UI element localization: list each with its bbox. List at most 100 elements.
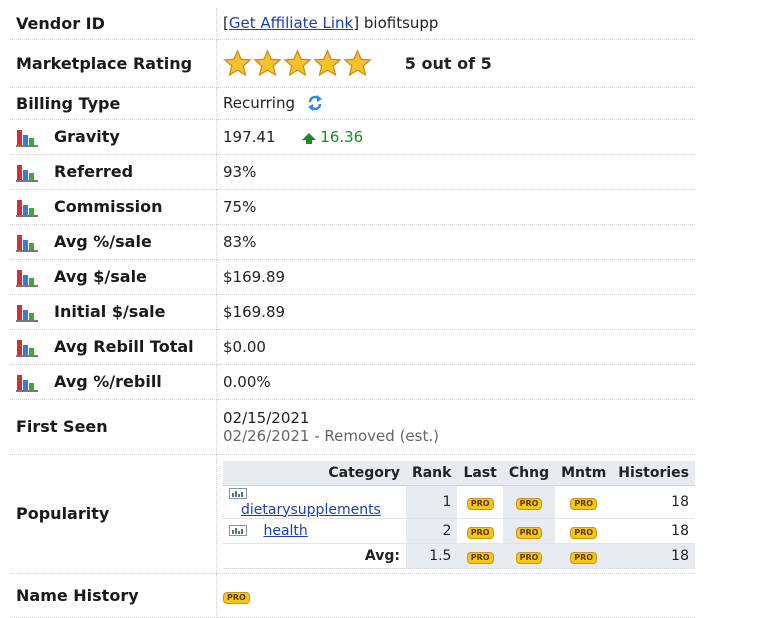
bar-chart-icon[interactable] [16,372,38,392]
stats-table: Vendor ID [Get Affiliate Link] biofitsup… [10,8,695,618]
name-history-value: PRO [216,573,695,618]
avg-pct-rebill-label: Avg %/rebill [54,372,162,391]
first-seen-label: First Seen [10,399,217,455]
last-cell: PRO [457,485,503,519]
history-chart-icon[interactable] [229,488,247,499]
commission-value: 75% [216,189,695,225]
pro-badge[interactable]: PRO [223,592,250,604]
pro-badge[interactable]: PRO [466,497,494,510]
stat-row-commission: Commission 75% [10,189,695,225]
rank-cell: 2 [405,518,458,544]
col-rank: Rank [405,460,458,486]
stat-row-avg-pct-rebill: Avg %/rebill 0.00% [10,364,695,400]
initial-sale-label-cell: Initial $/sale [10,294,217,330]
vendor-row: Vendor ID [Get Affiliate Link] biofitsup… [10,8,695,40]
rating-text: 5 out of 5 [404,53,492,73]
initial-sale-value: $169.89 [216,294,695,330]
last-cell: PRO [457,518,503,544]
pro-badge[interactable]: PRO [570,497,598,510]
bar-chart-icon[interactable] [16,267,38,287]
stat-row-avg-dollar-sale: Avg $/sale $169.89 [10,259,695,295]
avg-histories: 18 [612,543,695,569]
avg-last: PRO [457,543,503,569]
initial-sale-label: Initial $/sale [54,302,166,321]
popularity-header-row: Category Rank Last Chng Mntm Histories [223,460,695,486]
avg-rebill-total-value: $0.00 [216,329,695,365]
category-cell: dietarysupplements [223,485,406,519]
product-stats-panel: Vendor ID [Get Affiliate Link] biofitsup… [10,8,695,618]
bar-chart-icon[interactable] [16,197,38,217]
col-chng: Chng [502,460,556,486]
category-cell: health [223,518,406,544]
referred-value: 93% [216,154,695,190]
category-link[interactable]: health [263,523,307,539]
gravity-value: 197.41 [223,127,276,146]
pro-badge[interactable]: PRO [466,551,494,564]
first-seen-value: 02/15/2021 02/26/2021 - Removed (est.) [216,399,695,455]
star-icon [283,48,312,76]
referred-label: Referred [54,162,134,181]
pro-badge[interactable]: PRO [515,551,543,564]
rating-row: Marketplace Rating 5 out of 5 [10,39,695,88]
avg-pct-rebill-label-cell: Avg %/rebill [10,364,217,400]
stat-row-referred: Referred 93% [10,154,695,190]
avg-rank: 1.5 [405,543,458,569]
avg-rebill-total-label: Avg Rebill Total [54,337,194,356]
star-icon [253,48,282,76]
gravity-change-value: 16.36 [320,127,364,146]
referred-label-cell: Referred [10,154,217,190]
pro-badge[interactable]: PRO [570,526,598,539]
first-seen-row: First Seen 02/15/2021 02/26/2021 - Remov… [10,399,695,455]
bar-chart-icon[interactable] [16,302,38,322]
rating-label: Marketplace Rating [10,39,217,88]
bar-chart-icon[interactable] [16,127,38,147]
col-category: Category [223,460,406,486]
commission-label-cell: Commission [10,189,217,225]
stat-row-avg-pct-sale: Avg %/sale 83% [10,224,695,260]
table-row: dietarysupplements 1 PRO PRO PRO 18 [223,485,695,519]
history-chart-icon[interactable] [229,525,247,536]
stat-row-gravity: Gravity 197.41 16.36 [10,119,695,155]
bar-chart-icon[interactable] [16,232,38,252]
gravity-value-cell: 197.41 16.36 [216,119,695,155]
rank-cell: 1 [405,485,458,519]
billing-type-label: Billing Type [10,87,217,120]
star-icon [223,48,252,76]
removed-date: 02/26/2021 - Removed (est.) [223,426,439,445]
col-last: Last [457,460,503,486]
star-rating [223,48,372,78]
pro-badge[interactable]: PRO [570,551,598,564]
popularity-table: Category Rank Last Chng Mntm Histories d… [223,460,695,569]
col-histories: Histories [612,460,695,486]
table-row: health 2 PRO PRO PRO 18 [223,518,695,544]
mntm-cell: PRO [555,518,613,544]
popularity-label: Popularity [10,454,217,574]
chng-cell: PRO [502,518,556,544]
bar-chart-icon[interactable] [16,337,38,357]
histories-cell: 18 [612,485,695,519]
bracket-close: ] [353,14,360,33]
vendor-id-value: [Get Affiliate Link] biofitsupp [216,8,695,40]
billing-type-value: Recurring [216,87,695,120]
pro-badge[interactable]: PRO [515,526,543,539]
commission-label: Commission [54,197,163,216]
avg-pct-rebill-value: 0.00% [216,364,695,400]
gravity-label: Gravity [54,127,120,146]
popularity-row: Popularity Category Rank Last Chng Mntm … [10,454,695,574]
rating-value: 5 out of 5 [216,39,695,88]
pro-badge[interactable]: PRO [515,497,543,510]
avg-dollar-sale-label: Avg $/sale [54,267,147,286]
avg-dollar-sale-value: $169.89 [216,259,695,295]
avg-label: Avg: [223,543,406,569]
name-history-row: Name History PRO [10,573,695,618]
up-arrow-icon [302,132,317,144]
col-mntm: Mntm [555,460,613,486]
star-icon [313,48,342,76]
popularity-value: Category Rank Last Chng Mntm Histories d… [216,454,695,574]
avg-pct-sale-value: 83% [216,224,695,260]
get-affiliate-link[interactable]: Get Affiliate Link [229,14,353,32]
bar-chart-icon[interactable] [16,162,38,182]
vendor-id-label: Vendor ID [10,8,217,40]
pro-badge[interactable]: PRO [466,526,494,539]
category-link[interactable]: dietarysupplements [241,502,381,518]
